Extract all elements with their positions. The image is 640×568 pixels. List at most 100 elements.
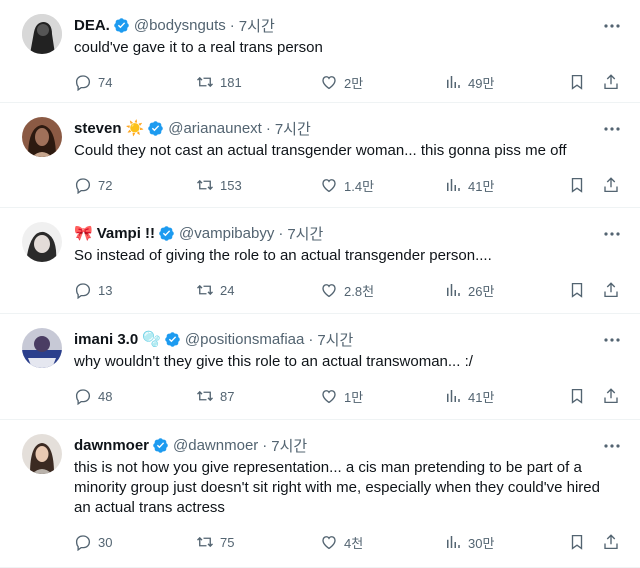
bookmark-button[interactable] (568, 176, 602, 194)
tweet-text: could've gave it to a real trans person (74, 39, 323, 56)
more-icon[interactable] (602, 119, 622, 139)
retweet-button[interactable]: 87 (196, 387, 320, 405)
handle[interactable]: @dawnmoer (173, 437, 258, 454)
retweet-count: 181 (220, 74, 242, 90)
timestamp[interactable]: 7시간 (317, 329, 353, 350)
bookmark-button[interactable] (568, 387, 602, 405)
reply-button[interactable]: 74 (74, 73, 196, 91)
tweet-text: this is not how you give representation.… (74, 459, 600, 516)
bookmark-button[interactable] (568, 73, 602, 91)
tweet[interactable]: imani 3.0 🫧 @positionsmafiaa · 7시간 why w… (0, 314, 640, 420)
views-button[interactable]: 41만 (444, 176, 568, 195)
bookmark-icon (571, 74, 583, 90)
display-name[interactable]: Vampi !! (97, 225, 155, 242)
avatar[interactable] (22, 14, 62, 54)
tweet[interactable]: DEA. @bodysnguts · 7시간 could've gave it … (0, 0, 640, 103)
bubbles-emoji: 🫧 (142, 331, 161, 348)
handle[interactable]: @arianaunext (168, 120, 262, 137)
retweet-icon (197, 390, 213, 402)
views-count: 49만 (468, 75, 495, 91)
display-name[interactable]: dawnmoer (74, 437, 149, 454)
verified-badge-icon (147, 120, 164, 137)
action-bar: 74 181 2만 49만 (74, 62, 624, 102)
bookmark-icon (571, 282, 583, 298)
like-count: 4천 (344, 535, 364, 551)
like-count: 2만 (344, 75, 364, 91)
tweet-text: So instead of giving the role to an actu… (74, 247, 492, 264)
handle[interactable]: @bodysnguts (134, 17, 226, 34)
verified-badge-icon (164, 331, 181, 348)
retweet-button[interactable]: 153 (196, 176, 320, 194)
timestamp[interactable]: 7시간 (287, 223, 323, 244)
avatar[interactable] (22, 117, 62, 157)
reply-button[interactable]: 48 (74, 387, 196, 405)
like-icon (322, 179, 336, 193)
retweet-button[interactable]: 181 (196, 73, 320, 91)
avatar[interactable] (22, 434, 62, 474)
views-icon (447, 390, 460, 402)
reply-count: 13 (98, 282, 113, 298)
avatar[interactable] (22, 328, 62, 368)
display-name[interactable]: imani 3.0 (74, 331, 138, 348)
share-button[interactable] (602, 73, 622, 91)
like-icon (322, 536, 336, 550)
reply-button[interactable]: 72 (74, 176, 196, 194)
timestamp[interactable]: 7시간 (239, 15, 275, 36)
action-bar: 72 153 1.4만 41만 (74, 165, 624, 205)
more-icon[interactable] (602, 436, 622, 456)
views-count: 41만 (468, 178, 495, 194)
tweet-feed: DEA. @bodysnguts · 7시간 could've gave it … (0, 0, 640, 568)
tweet[interactable]: 🎀 Vampi !! @vampibabyy · 7시간 So instead … (0, 208, 640, 314)
bookmark-button[interactable] (568, 281, 602, 299)
tweet[interactable]: dawnmoer @dawnmoer · 7시간 this is not how… (0, 420, 640, 568)
like-button[interactable]: 1만 (320, 387, 444, 406)
reply-button[interactable]: 30 (74, 533, 196, 551)
handle[interactable]: @vampibabyy (179, 225, 274, 242)
like-button[interactable]: 1.4만 (320, 176, 444, 195)
views-button[interactable]: 49만 (444, 73, 568, 92)
display-name[interactable]: steven (74, 120, 122, 137)
avatar[interactable] (22, 222, 62, 262)
more-icon[interactable] (602, 224, 622, 244)
bookmark-icon (571, 177, 583, 193)
like-button[interactable]: 4천 (320, 533, 444, 552)
views-icon (447, 536, 460, 548)
retweet-count: 153 (220, 177, 242, 193)
separator-dot: · (229, 16, 235, 34)
retweet-count: 24 (220, 282, 235, 298)
more-icon[interactable] (602, 16, 622, 36)
reply-icon (75, 535, 91, 551)
share-button[interactable] (602, 176, 622, 194)
like-icon (322, 76, 336, 90)
retweet-button[interactable]: 24 (196, 281, 320, 299)
separator-dot: · (265, 119, 271, 137)
share-icon (604, 177, 618, 193)
reply-count: 72 (98, 177, 113, 193)
display-name[interactable]: DEA. (74, 17, 110, 34)
retweet-button[interactable]: 75 (196, 533, 320, 551)
timestamp[interactable]: 7시간 (271, 435, 307, 456)
views-button[interactable]: 30만 (444, 533, 568, 552)
views-button[interactable]: 26만 (444, 281, 568, 300)
verified-badge-icon (158, 225, 175, 242)
views-button[interactable]: 41만 (444, 387, 568, 406)
share-icon (604, 282, 618, 298)
views-icon (447, 76, 460, 88)
tweet[interactable]: steven ☀️ @arianaunext · 7시간 Could they … (0, 103, 640, 208)
share-button[interactable] (602, 533, 622, 551)
like-button[interactable]: 2만 (320, 73, 444, 92)
reply-button[interactable]: 13 (74, 281, 196, 299)
more-icon[interactable] (602, 330, 622, 350)
reply-count: 30 (98, 534, 113, 550)
reply-count: 48 (98, 388, 113, 404)
retweet-count: 87 (220, 388, 235, 404)
bookmark-button[interactable] (568, 533, 602, 551)
like-button[interactable]: 2.8천 (320, 281, 444, 300)
action-bar: 30 75 4천 30만 (74, 522, 624, 562)
like-count: 1만 (344, 389, 364, 405)
handle[interactable]: @positionsmafiaa (185, 331, 304, 348)
timestamp[interactable]: 7시간 (275, 118, 311, 139)
views-count: 30만 (468, 535, 495, 551)
share-button[interactable] (602, 387, 622, 405)
share-button[interactable] (602, 281, 622, 299)
